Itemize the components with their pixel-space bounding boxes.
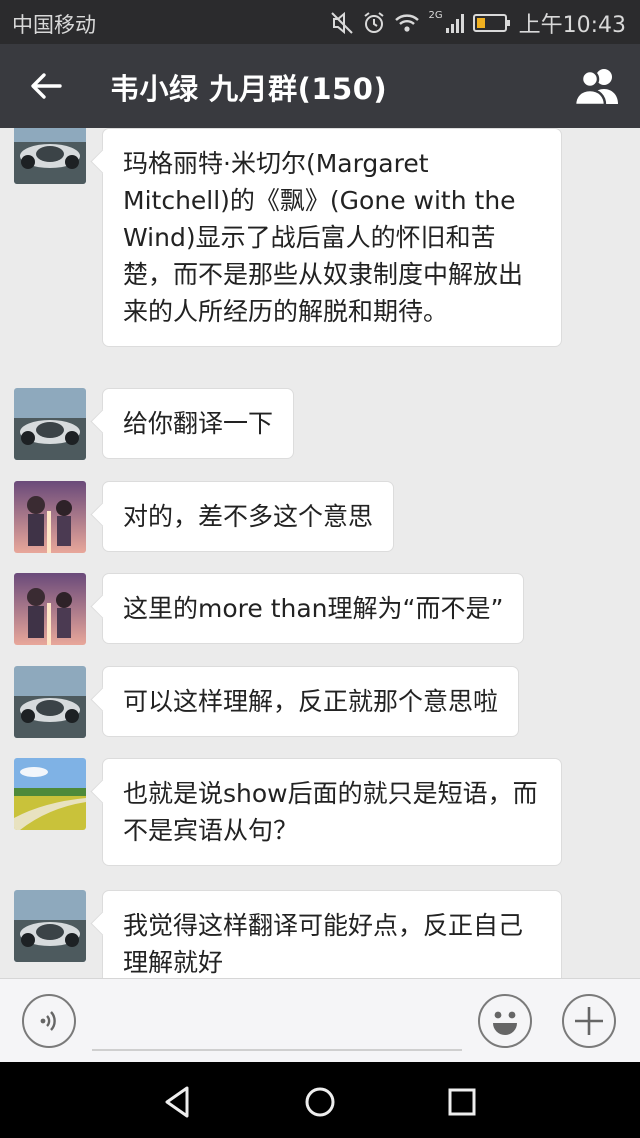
mute-icon [331, 11, 354, 35]
wifi-icon [395, 14, 420, 32]
message-bubble[interactable]: 可以这样理解，反正就那个意思啦 [102, 666, 520, 737]
voice-icon [40, 1011, 56, 1031]
message-text: 给你翻译一下 [123, 409, 274, 438]
system-nav-bar [0, 1062, 640, 1138]
message-text: 玛格丽特·米切尔(Margaret Mitchell)的《飘》(Gone wit… [123, 149, 524, 326]
voice-button[interactable] [22, 994, 76, 1048]
carrier-name: 中国移动 [12, 13, 96, 37]
message-text: 可以这样理解，反正就那个意思啦 [123, 687, 499, 716]
message-input[interactable] [92, 1049, 462, 1051]
message-text: 我觉得这样翻译可能好点，反正自己理解就好 [123, 911, 524, 977]
avatar-anime-couple[interactable] [14, 481, 86, 553]
message-text: 对的，差不多这个意思 [123, 502, 374, 531]
message-bubble[interactable]: 给你翻译一下 [102, 388, 295, 459]
signal-icon [445, 14, 464, 33]
more-button[interactable] [562, 994, 616, 1048]
nav-home-icon[interactable] [300, 1082, 340, 1122]
message-bubble[interactable]: 这里的more than理解为“而不是” [102, 573, 525, 644]
avatar-race-car[interactable] [14, 666, 86, 738]
emoji-button[interactable] [478, 994, 532, 1048]
clock: 上午10:43 [518, 13, 626, 38]
avatar-race-car[interactable] [14, 388, 86, 460]
chat-title: 韦小绿 九月群(150) [110, 72, 388, 106]
battery-icon [472, 14, 510, 32]
input-bar [0, 978, 640, 1063]
message-bubble[interactable]: 玛格丽特·米切尔(Margaret Mitchell)的《飘》(Gone wit… [102, 128, 562, 347]
alarm-icon [364, 12, 385, 33]
nav-recents-icon[interactable] [442, 1082, 482, 1122]
message-bubble[interactable]: 我觉得这样翻译可能好点，反正自己理解就好 [102, 890, 562, 978]
back-arrow-icon[interactable] [26, 66, 66, 106]
avatar-race-car[interactable] [14, 128, 86, 184]
chat-message-list[interactable]: 玛格丽特·米切尔(Margaret Mitchell)的《飘》(Gone wit… [0, 128, 640, 978]
nav-back-icon[interactable] [158, 1082, 198, 1122]
emoji-icon [493, 1011, 517, 1035]
title-bar: 韦小绿 九月群(150) [0, 44, 640, 128]
network-type-label: 2G [428, 9, 443, 21]
avatar-field-landscape[interactable] [14, 758, 86, 830]
message-text: 也就是说show后面的就只是短语，而不是宾语从句？ [123, 779, 538, 845]
avatar-anime-couple[interactable] [14, 573, 86, 645]
message-bubble[interactable]: 对的，差不多这个意思 [102, 481, 395, 552]
status-bar: 中国移动 2G 上午10:43 [0, 0, 640, 44]
plus-icon [575, 1007, 603, 1035]
message-text: 这里的more than理解为“而不是” [123, 594, 504, 623]
group-members-icon[interactable] [572, 64, 622, 108]
message-bubble[interactable]: 也就是说show后面的就只是短语，而不是宾语从句？ [102, 758, 562, 866]
avatar-race-car[interactable] [14, 890, 86, 962]
